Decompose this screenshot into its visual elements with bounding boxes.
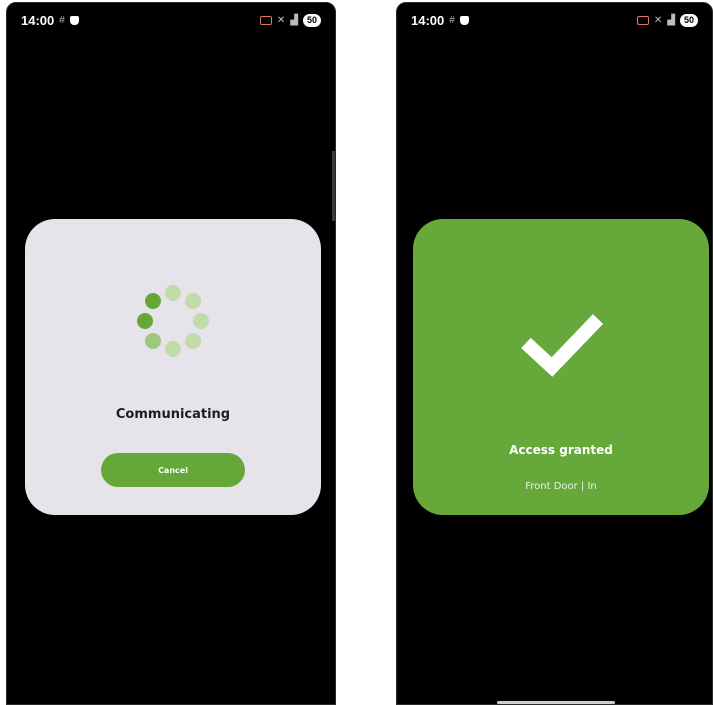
access-granted-dialog: Access granted Front Door | In (413, 219, 709, 515)
side-button (332, 151, 335, 221)
spinner-dot (145, 293, 161, 309)
comparison-stage: 14:00 # ✕ ▟ 50 Communicating Cancel 14:0… (0, 0, 713, 705)
mute-icon: ✕ (276, 14, 286, 26)
access-granted-title: Access granted (509, 443, 613, 457)
spinner-dot (137, 313, 153, 329)
nfc-icon: # (59, 14, 65, 26)
spinner-dot (185, 293, 201, 309)
mute-icon: ✕ (653, 14, 663, 26)
status-bar: 14:00 # ✕ ▟ 50 (397, 3, 712, 37)
phone-screen-communicating: 14:00 # ✕ ▟ 50 Communicating Cancel (6, 2, 336, 705)
loading-spinner-icon (137, 285, 209, 357)
spinner-dot (193, 313, 209, 329)
communicating-dialog: Communicating Cancel (25, 219, 321, 515)
spinner-dot (145, 333, 161, 349)
signal-icon: ▟ (667, 14, 675, 26)
cancel-button[interactable]: Cancel (101, 453, 245, 487)
checkmark-icon (521, 314, 604, 377)
cast-icon (259, 15, 272, 25)
cast-icon (636, 15, 649, 25)
spinner-dot (185, 333, 201, 349)
status-time: 14:00 (21, 12, 55, 28)
battery-icon: 50 (679, 13, 698, 27)
notification-icon (69, 15, 79, 25)
home-indicator (497, 701, 615, 704)
notification-icon (459, 15, 469, 25)
spinner-dot (165, 285, 181, 301)
signal-icon: ▟ (290, 14, 298, 26)
battery-icon: 50 (302, 13, 321, 27)
phone-screen-access-granted: 14:00 # ✕ ▟ 50 Access granted Front Door… (396, 2, 713, 705)
nfc-icon: # (449, 14, 455, 26)
status-time: 14:00 (411, 12, 445, 28)
spinner-dot (165, 341, 181, 357)
communicating-label: Communicating (115, 407, 231, 422)
status-bar: 14:00 # ✕ ▟ 50 (7, 3, 335, 37)
door-direction-label: Front Door | In (525, 481, 597, 492)
